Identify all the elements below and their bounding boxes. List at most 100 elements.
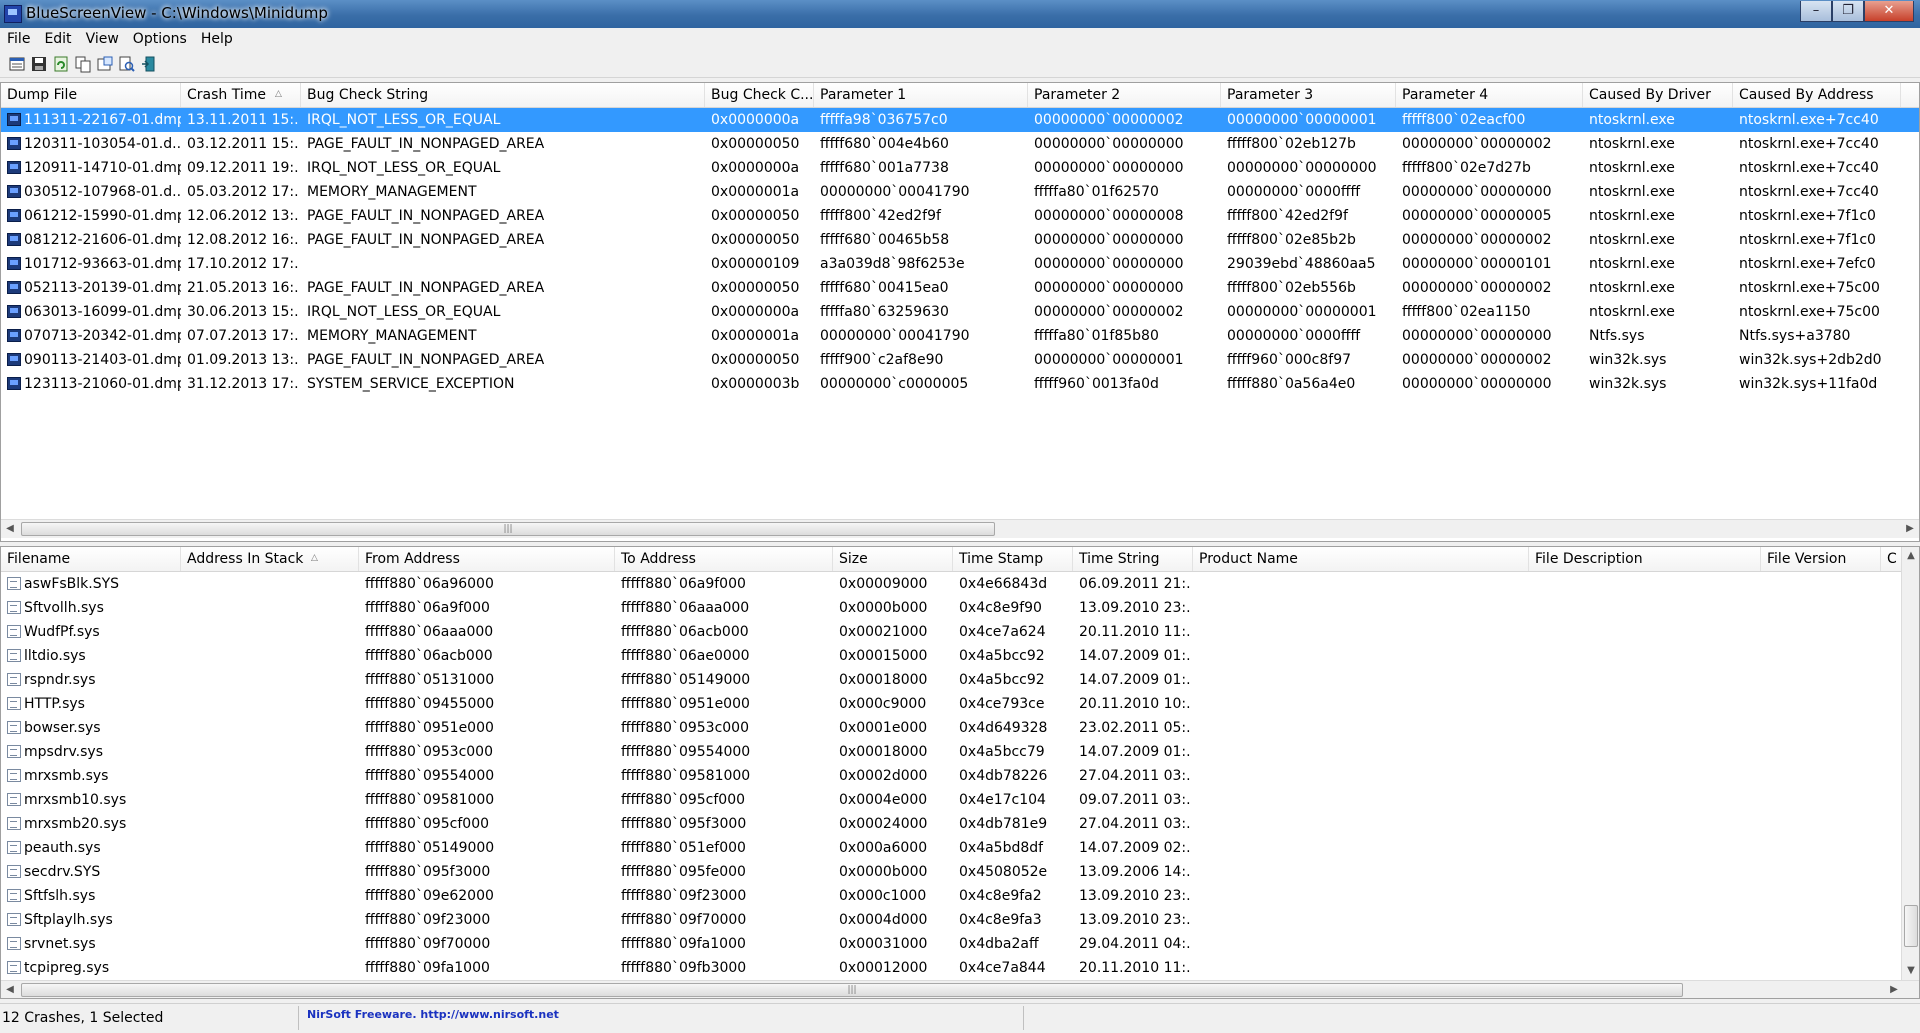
table-row[interactable]: WudfPf.sys fffff880`06aaa000 fffff880`06ac… [1, 620, 1919, 644]
column-header[interactable]: Parameter 4 [1396, 83, 1583, 107]
table-row[interactable]: Sftvollh.sys fffff880`06a9f000 fffff880`06… [1, 596, 1919, 620]
column-header[interactable]: To Address [615, 547, 833, 571]
table-row[interactable]: tcpipreg.sys fffff880`09fa1000 fffff880`09… [1, 956, 1919, 980]
table-cell: Sftfslh.sys [24, 888, 96, 904]
column-header[interactable]: Parameter 1 [814, 83, 1028, 107]
column-header[interactable]: Dump File [1, 83, 181, 107]
table-cell: 00000000`00000101 [1402, 256, 1552, 272]
table-cell: fffff880`09f70000 [621, 912, 747, 928]
table-row[interactable]: 063013-16099-01.dmp 30.06.2013 15:... IRQL… [1, 300, 1919, 324]
drivers-vscrollbar[interactable]: ▲ ▼ [1901, 547, 1919, 980]
driver-file-icon [7, 817, 21, 830]
column-header[interactable]: Caused By Driver [1583, 83, 1733, 107]
table-row[interactable]: srvnet.sys fffff880`09f70000 fffff880`09fa… [1, 932, 1919, 956]
table-row[interactable]: 052113-20139-01.dmp 21.05.2013 16:... PAGE… [1, 276, 1919, 300]
vscroll-thumb[interactable] [1904, 905, 1918, 947]
table-row[interactable]: 090113-21403-01.dmp 01.09.2013 13:... PAGE… [1, 348, 1919, 372]
hscroll-thumb[interactable]: ||| [21, 522, 995, 536]
table-row[interactable]: mrxsmb20.sys fffff880`095cf000 fffff880`09… [1, 812, 1919, 836]
scroll-down-icon[interactable]: ▼ [1902, 962, 1919, 980]
menu-edit[interactable]: Edit [37, 31, 78, 47]
column-header[interactable]: Parameter 3 [1221, 83, 1396, 107]
table-cell [187, 692, 357, 716]
column-header[interactable]: Size [833, 547, 953, 571]
column-header[interactable]: Parameter 2 [1028, 83, 1221, 107]
table-row[interactable]: rspndr.sys fffff880`05131000 fffff880`0514… [1, 668, 1919, 692]
menu-view[interactable]: View [79, 31, 126, 47]
column-header[interactable]: From Address [359, 547, 615, 571]
table-row[interactable]: mrxsmb10.sys fffff880`09581000 fffff880`09… [1, 788, 1919, 812]
table-row[interactable]: 101712-93663-01.dmp 17.10.2012 17:... 0x00… [1, 252, 1919, 276]
menu-file[interactable]: File [0, 31, 37, 47]
column-header[interactable]: File Version [1761, 547, 1881, 571]
table-cell: fffff880`09f70000 [365, 936, 491, 952]
table-cell: a3a039d8`98f6253e [820, 256, 965, 272]
scroll-right-icon[interactable]: ▶ [1901, 520, 1919, 538]
column-header[interactable]: Bug Check C... [705, 83, 814, 107]
table-row[interactable]: 070713-20342-01.dmp 07.07.2013 17:... MEMO… [1, 324, 1919, 348]
table-row[interactable]: 081212-21606-01.dmp 12.08.2012 16:... PAGE… [1, 228, 1919, 252]
table-row[interactable]: 061212-15990-01.dmp 12.06.2012 13:... PAGE… [1, 204, 1919, 228]
html-report-icon[interactable] [8, 55, 26, 73]
maximize-button[interactable]: ❐ [1832, 1, 1864, 22]
column-header[interactable]: File Description [1529, 547, 1761, 571]
table-cell: 00000000`00000001 [1227, 304, 1377, 320]
save-icon[interactable] [30, 55, 48, 73]
driver-file-icon [7, 889, 21, 902]
table-cell: 27.04.2011 03:... [1079, 816, 1191, 832]
table-row[interactable]: 111311-22167-01.dmp 13.11.2011 15:... IRQL… [1, 108, 1919, 132]
table-row[interactable]: aswFsBlk.SYS fffff880`06a96000 fffff880`06… [1, 572, 1919, 596]
table-row[interactable]: HTTP.sys fffff880`09455000 fffff880`0951e0… [1, 692, 1919, 716]
table-row[interactable]: mpsdrv.sys fffff880`0953c000 fffff880`0955… [1, 740, 1919, 764]
table-cell: 12.06.2012 13:... [187, 208, 299, 224]
table-cell [307, 252, 703, 276]
table-cell: 0x00015000 [839, 648, 928, 664]
scroll-left-icon[interactable]: ◀ [1, 981, 19, 998]
table-cell: 27.04.2011 03:... [1079, 768, 1191, 784]
table-row[interactable]: 030512-107968-01.d... 05.03.2012 17:... ME… [1, 180, 1919, 204]
column-header[interactable]: Filename [1, 547, 181, 571]
table-row[interactable]: 123113-21060-01.dmp 31.12.2013 17:... SYST… [1, 372, 1919, 396]
table-row[interactable]: Sftplaylh.sys fffff880`09f23000 fffff880`0… [1, 908, 1919, 932]
crash-list-hscrollbar[interactable]: ◀ ||| ▶ [1, 519, 1919, 538]
column-header[interactable]: Caused By Address [1733, 83, 1901, 107]
table-row[interactable]: 120311-103054-01.d... 03.12.2011 15:... PA… [1, 132, 1919, 156]
table-cell: fffff880`06a9f000 [365, 600, 490, 616]
table-cell: 0x4508052e [959, 864, 1048, 880]
scroll-left-icon[interactable]: ◀ [1, 520, 19, 538]
column-header[interactable]: Address In Stack [181, 547, 359, 571]
column-header[interactable]: Time Stamp [953, 547, 1073, 571]
column-header[interactable]: Time String [1073, 547, 1193, 571]
menu-options[interactable]: Options [126, 31, 194, 47]
table-cell: 0x4dba2aff [959, 936, 1039, 952]
table-cell: WudfPf.sys [24, 624, 100, 640]
table-row[interactable]: bowser.sys fffff880`0951e000 fffff880`0953… [1, 716, 1919, 740]
table-cell: fffff880`06a96000 [365, 576, 494, 592]
find-icon[interactable] [118, 55, 136, 73]
nirsoft-link[interactable]: NirSoft Freeware. http://www.nirsoft.net [307, 1008, 559, 1021]
copy-icon[interactable] [74, 55, 92, 73]
refresh-icon[interactable] [52, 55, 70, 73]
hscroll-thumb[interactable]: ||| [21, 983, 1683, 997]
scroll-up-icon[interactable]: ▲ [1902, 547, 1919, 565]
table-row[interactable]: secdrv.SYS fffff880`095f3000 fffff880`095f… [1, 860, 1919, 884]
column-header[interactable]: Bug Check String [301, 83, 705, 107]
table-row[interactable]: mrxsmb.sys fffff880`09554000 fffff880`0958… [1, 764, 1919, 788]
drivers-hscrollbar[interactable]: ◀ ||| ▶ [1, 980, 1919, 998]
table-row[interactable]: Sftfslh.sys fffff880`09e62000 fffff880`09f… [1, 884, 1919, 908]
close-button[interactable]: ✕ [1864, 1, 1914, 22]
table-row[interactable]: 120911-14710-01.dmp 09.12.2011 19:... IRQL… [1, 156, 1919, 180]
table-row[interactable]: peauth.sys fffff880`05149000 fffff880`051e… [1, 836, 1919, 860]
table-cell: PAGE_FAULT_IN_NONPAGED_AREA [307, 352, 545, 368]
column-header[interactable]: Crash Time [181, 83, 301, 107]
table-row[interactable]: lltdio.sys fffff880`06acb000 fffff880`06ae… [1, 644, 1919, 668]
table-cell: 29039ebd`48860aa5 [1227, 256, 1376, 272]
exit-icon[interactable] [140, 55, 158, 73]
table-cell: 0x0000001a [711, 184, 800, 200]
properties-icon[interactable] [96, 55, 114, 73]
column-header[interactable]: Product Name [1193, 547, 1529, 571]
table-cell: 05.03.2012 17:... [187, 184, 299, 200]
scroll-right-icon[interactable]: ▶ [1885, 981, 1903, 998]
menu-help[interactable]: Help [194, 31, 240, 47]
minimize-button[interactable]: – [1800, 1, 1832, 22]
